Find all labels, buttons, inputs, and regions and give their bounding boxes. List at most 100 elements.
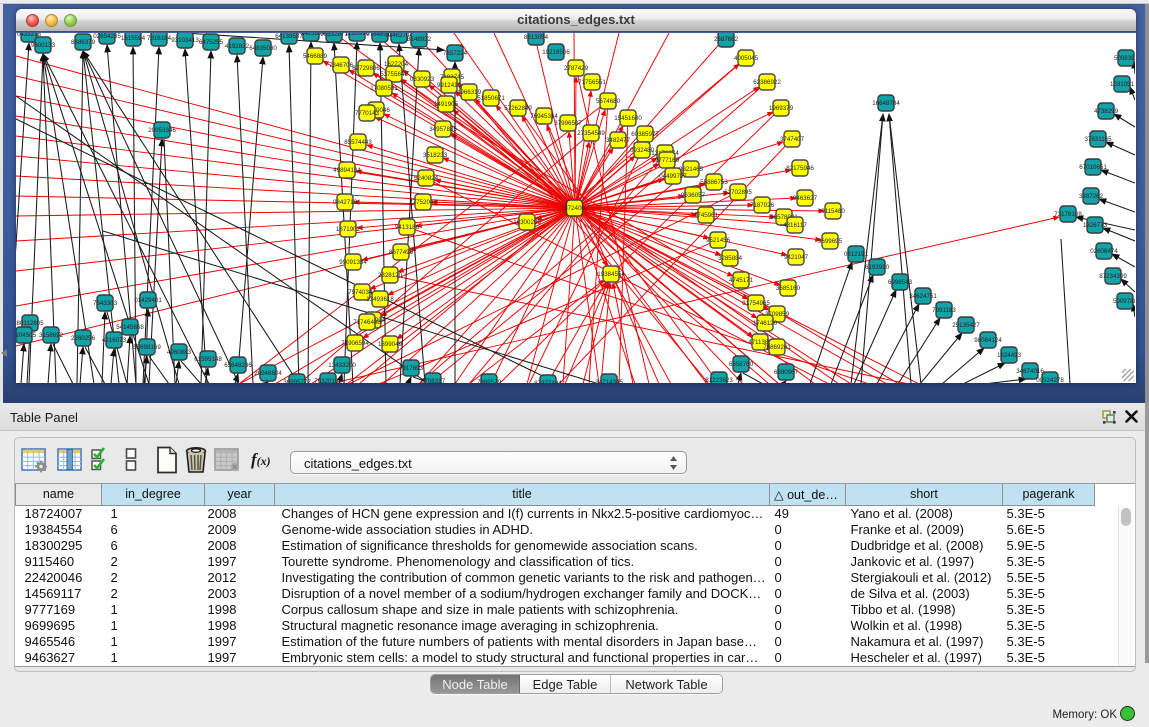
svg-text:2787429: 2787429 (564, 65, 589, 72)
svg-text:34624751: 34624751 (909, 293, 937, 300)
svg-text:9115460: 9115460 (821, 208, 845, 215)
svg-text:1746120: 1746120 (753, 320, 778, 327)
svg-text:4216073: 4216073 (102, 337, 127, 344)
svg-text:73178108: 73178108 (1054, 211, 1082, 218)
svg-text:9636057: 9636057 (681, 192, 706, 199)
svg-text:80112805: 80112805 (16, 320, 44, 327)
svg-text:67010651: 67010651 (1079, 164, 1107, 171)
svg-text:3482477: 3482477 (606, 137, 631, 144)
svg-text:0842710: 0842710 (333, 199, 358, 206)
svg-text:62702895: 62702895 (724, 189, 752, 196)
svg-text:36995777: 36995777 (283, 379, 311, 383)
svg-text:4005045: 4005045 (734, 55, 759, 62)
svg-text:9600133: 9600133 (31, 42, 56, 49)
svg-text:6204505: 6204505 (16, 332, 37, 339)
svg-text:65648236: 65648236 (224, 362, 252, 369)
svg-text:27354549: 27354549 (577, 130, 605, 137)
svg-text:55698169: 55698169 (133, 344, 161, 351)
svg-text:7346706: 7346706 (329, 62, 354, 69)
svg-text:20053346: 20053346 (148, 127, 176, 134)
svg-text:7991183: 7991183 (932, 307, 956, 314)
svg-text:53755646: 53755646 (380, 71, 408, 78)
svg-text:99091334: 99091334 (339, 259, 367, 266)
svg-text:5098393: 5098393 (1114, 55, 1135, 62)
svg-text:81223623: 81223623 (705, 377, 733, 383)
svg-text:7816184: 7816184 (147, 35, 172, 42)
svg-text:76945314: 76945314 (530, 113, 558, 120)
svg-text:1491905: 1491905 (434, 101, 459, 108)
svg-text:3158692: 3158692 (39, 332, 64, 339)
svg-text:8813054: 8813054 (524, 34, 549, 41)
svg-text:6475255: 6475255 (199, 39, 224, 46)
svg-text:16648784: 16648784 (872, 100, 900, 107)
svg-text:6193990: 6193990 (865, 264, 890, 271)
svg-text:3685160: 3685160 (776, 285, 801, 292)
svg-text:1615594: 1615594 (121, 35, 146, 42)
svg-text:9413186: 9413186 (395, 224, 420, 231)
svg-text:57262849: 57262849 (504, 105, 532, 112)
svg-text:6690967: 6690967 (774, 369, 799, 376)
svg-text:5009788: 5009788 (1113, 298, 1135, 305)
svg-text:3518233: 3518233 (423, 152, 448, 159)
svg-text:04499727: 04499727 (659, 173, 687, 180)
svg-text:87234309: 87234309 (1099, 273, 1127, 280)
svg-text:5240824: 5240824 (414, 175, 439, 182)
svg-text:75869261: 75869261 (763, 344, 791, 351)
svg-text:13433200: 13433200 (328, 362, 356, 369)
svg-text:7543303: 7543303 (93, 300, 118, 307)
svg-text:9699695: 9699695 (818, 238, 843, 245)
svg-text:6998543: 6998543 (888, 279, 913, 286)
svg-text:71906594: 71906594 (341, 340, 369, 347)
svg-text:3747407: 3747407 (780, 136, 805, 143)
svg-text:7917693: 7917693 (399, 365, 424, 372)
svg-text:00524278: 00524278 (1036, 377, 1064, 383)
svg-text:4316117: 4316117 (783, 222, 807, 229)
svg-text:01429401: 01429401 (134, 297, 162, 304)
svg-text:85574443: 85574443 (344, 139, 372, 146)
svg-text:5466889: 5466889 (303, 53, 328, 60)
svg-text:82175946: 82175946 (786, 165, 814, 172)
svg-text:54145868: 54145868 (116, 324, 144, 331)
svg-text:2887682: 2887682 (714, 36, 739, 43)
svg-text:34957885: 34957885 (429, 126, 457, 133)
svg-text:34714345: 34714345 (595, 379, 623, 383)
svg-text:1824493: 1824493 (997, 352, 1022, 359)
svg-text:60385977: 60385977 (631, 131, 659, 138)
svg-text:64835030: 64835030 (249, 45, 277, 52)
svg-text:9421047: 9421047 (784, 254, 809, 261)
svg-text:87277434: 87277434 (534, 380, 562, 383)
svg-text:2328120: 2328120 (378, 272, 403, 279)
svg-text:29946804: 29946804 (254, 370, 282, 377)
svg-text:15451680: 15451680 (614, 115, 642, 122)
svg-text:9777169: 9777169 (655, 157, 680, 164)
svg-text:51850671: 51850671 (477, 95, 505, 102)
svg-text:0812191: 0812191 (844, 251, 869, 258)
svg-text:1031051: 1031051 (1110, 81, 1135, 88)
svg-text:62386922: 62386922 (753, 79, 781, 86)
svg-text:13493618: 13493618 (366, 296, 394, 303)
svg-text:62729806: 62729806 (352, 65, 380, 72)
svg-text:1399049: 1399049 (378, 341, 403, 348)
svg-text:4060883: 4060883 (167, 349, 192, 356)
svg-text:18724007: 18724007 (561, 205, 589, 212)
svg-text:71756551: 71756551 (578, 79, 606, 86)
svg-text:6658760: 6658760 (729, 361, 754, 368)
svg-text:02654235: 02654235 (93, 33, 121, 40)
svg-text:1671902: 1671902 (336, 226, 361, 233)
svg-text:19384554: 19384554 (597, 271, 625, 278)
svg-text:25135427: 25135427 (952, 322, 980, 329)
svg-text:8148932: 8148932 (407, 36, 432, 43)
svg-text:71746488: 71746488 (353, 319, 381, 326)
svg-text:1969379: 1969379 (769, 105, 794, 112)
svg-text:3285884: 3285884 (718, 255, 743, 262)
svg-text:8677496: 8677496 (389, 249, 414, 256)
svg-text:9912419: 9912419 (437, 82, 462, 89)
svg-text:4738299: 4738299 (1094, 108, 1119, 115)
svg-text:1326773: 1326773 (1083, 222, 1108, 229)
svg-text:77752047: 77752047 (409, 199, 437, 206)
svg-text:76320163: 76320163 (314, 378, 342, 383)
svg-text:2260256: 2260256 (71, 335, 96, 342)
svg-text:0330923: 0330923 (410, 76, 435, 83)
svg-text:9463627: 9463627 (793, 195, 818, 202)
svg-text:7187026: 7187026 (750, 202, 775, 209)
